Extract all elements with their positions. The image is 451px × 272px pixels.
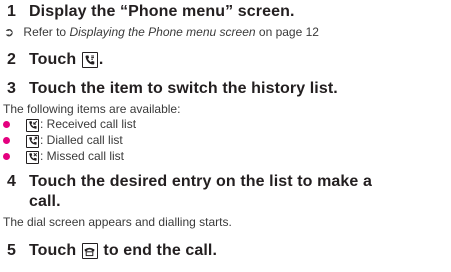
dialled-call-icon[interactable] xyxy=(26,134,39,148)
list-item: : Received call list xyxy=(25,117,136,132)
step-number: 1 xyxy=(7,3,16,20)
missed-call-icon[interactable] xyxy=(26,150,39,164)
list-item-label: : Received call list xyxy=(40,117,137,131)
step-text: Touch the item to switch the history lis… xyxy=(29,80,338,97)
list-item-label: : Dialled call list xyxy=(40,133,123,147)
end-call-icon[interactable] xyxy=(81,243,98,259)
list-item: : Dialled call list xyxy=(25,133,123,148)
phone-history-icon[interactable] xyxy=(81,52,98,68)
step-4: 4 Touch the desired entry on the list to… xyxy=(0,173,372,191)
step-text: Touch xyxy=(29,51,81,68)
step-2: 2 Touch . xyxy=(0,51,103,69)
reference-link[interactable]: Displaying the Phone menu screen xyxy=(69,25,255,39)
step-number: 2 xyxy=(7,51,16,68)
step-text: call. xyxy=(29,193,61,210)
step-text: Touch xyxy=(29,242,81,259)
reference-prefix: Refer to xyxy=(23,25,70,39)
step-4-continued: call. xyxy=(0,193,61,211)
step-3: 3 Touch the item to switch the history l… xyxy=(0,80,338,98)
step-text: Display the “Phone menu” screen. xyxy=(29,3,295,20)
step-number: 5 xyxy=(7,242,16,259)
bullet xyxy=(3,137,10,144)
list-item-label: : Missed call list xyxy=(40,149,125,163)
result-text: The dial screen appears and dialling sta… xyxy=(3,215,232,229)
step-1: 1 Display the “Phone menu” screen. xyxy=(0,3,295,21)
step-text-end: to end the call. xyxy=(98,242,218,259)
reference-suffix: on page 12 xyxy=(255,25,319,39)
step-5: 5 Touch to end the call. xyxy=(0,242,217,260)
received-call-icon[interactable] xyxy=(26,118,39,132)
reference-line: ➲ Refer to Displaying the Phone menu scr… xyxy=(4,25,319,39)
step-text: Touch the desired entry on the list to m… xyxy=(29,173,372,190)
step-text-end: . xyxy=(98,51,104,68)
reference-arrow-icon: ➲ xyxy=(4,25,15,39)
step-number: 3 xyxy=(7,80,16,97)
items-intro: The following items are available: xyxy=(3,102,181,116)
bullet xyxy=(3,121,10,128)
list-item: : Missed call list xyxy=(25,149,124,164)
bullet xyxy=(3,153,10,160)
manual-page: 1 Display the “Phone menu” screen. ➲ Ref… xyxy=(0,0,451,272)
step-number: 4 xyxy=(7,173,16,190)
